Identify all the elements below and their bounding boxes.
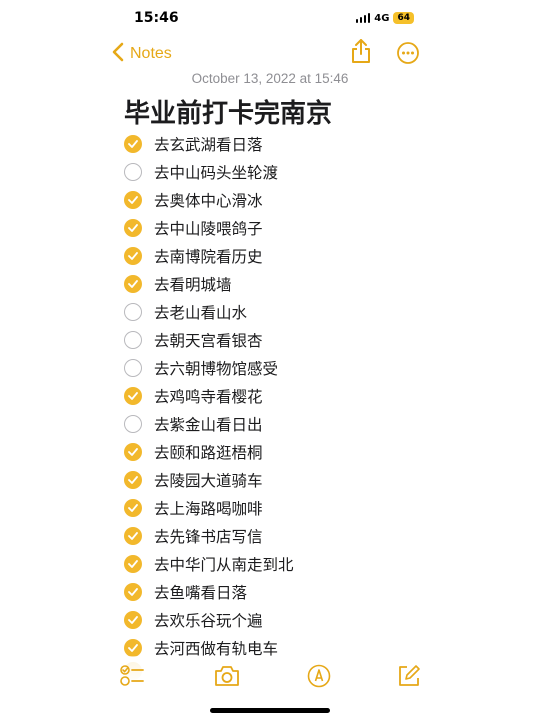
compose-button[interactable] — [397, 664, 421, 692]
home-indicator — [210, 708, 330, 713]
checklist-item[interactable]: 去老山看山水 — [124, 298, 294, 326]
checklist-item-label: 去看明城墙 — [154, 276, 232, 294]
checklist-item-label: 去先锋书店写信 — [154, 528, 263, 546]
checklist-item-label: 去南博院看历史 — [154, 248, 263, 266]
checked-circle-icon[interactable] — [124, 135, 142, 153]
checklist-item-label: 去中华门从南走到北 — [154, 556, 294, 574]
checklist-item-label: 去中山陵喂鸽子 — [154, 220, 263, 238]
checklist-item[interactable]: 去看明城墙 — [124, 270, 294, 298]
checklist-item-label: 去六朝博物馆感受 — [154, 360, 279, 378]
checked-circle-icon[interactable] — [124, 499, 142, 517]
checklist-item-label: 去上海路喝咖啡 — [154, 500, 263, 518]
checklist-item[interactable]: 去中山陵喂鸽子 — [124, 214, 294, 242]
note-date: October 13, 2022 at 15:46 — [191, 71, 349, 86]
network-type: 4G — [374, 12, 390, 24]
share-button[interactable] — [350, 38, 372, 68]
checklist-item-label: 去陵园大道骑车 — [154, 472, 263, 490]
markup-icon — [307, 664, 331, 692]
unchecked-circle-icon[interactable] — [124, 331, 142, 349]
nav-bar: Notes — [0, 38, 540, 68]
more-button[interactable] — [396, 41, 420, 69]
back-label: Notes — [130, 45, 172, 62]
checklist-item-label: 去中山码头坐轮渡 — [154, 164, 279, 182]
checked-circle-icon[interactable] — [124, 275, 142, 293]
checklist-item[interactable]: 去南博院看历史 — [124, 242, 294, 270]
checked-circle-icon[interactable] — [124, 247, 142, 265]
checklist-item-label: 去鸡鸣寺看樱花 — [154, 388, 263, 406]
checklist-item-label: 去欢乐谷玩个遍 — [154, 612, 263, 630]
status-bar: 15:46 4G 64 — [0, 0, 540, 38]
checklist-item[interactable]: 去陵园大道骑车 — [124, 466, 294, 494]
checklist-icon — [119, 665, 145, 692]
checklist-item[interactable]: 去朝天宫看银杏 — [124, 326, 294, 354]
checked-circle-icon[interactable] — [124, 387, 142, 405]
checklist-item[interactable]: 去欢乐谷玩个遍 — [124, 606, 294, 634]
checked-circle-icon[interactable] — [124, 555, 142, 573]
more-icon — [396, 42, 420, 69]
checklist-item[interactable]: 去上海路喝咖啡 — [124, 494, 294, 522]
unchecked-circle-icon[interactable] — [124, 163, 142, 181]
checklist-item[interactable]: 去鸡鸣寺看樱花 — [124, 382, 294, 410]
checklist-item[interactable]: 去颐和路逛梧桐 — [124, 438, 294, 466]
checklist-item-label: 去鱼嘴看日落 — [154, 584, 248, 602]
checked-circle-icon[interactable] — [124, 219, 142, 237]
camera-icon — [213, 666, 241, 692]
compose-icon — [397, 665, 421, 692]
checklist: 去玄武湖看日落 去中山码头坐轮渡 去奥体中心滑冰 去中山陵喂鸽子 去南博院看历史 去看明城… — [124, 130, 294, 662]
camera-button[interactable] — [213, 664, 241, 692]
unchecked-circle-icon[interactable] — [124, 415, 142, 433]
checked-circle-icon[interactable] — [124, 527, 142, 545]
checked-circle-icon[interactable] — [124, 191, 142, 209]
checked-circle-icon[interactable] — [124, 471, 142, 489]
unchecked-circle-icon[interactable] — [124, 359, 142, 377]
checklist-item[interactable]: 去先锋书店写信 — [124, 522, 294, 550]
checked-circle-icon[interactable] — [124, 583, 142, 601]
share-icon — [350, 39, 372, 68]
back-button[interactable]: Notes — [112, 42, 172, 66]
note-title[interactable]: 毕业前打卡完南京 — [124, 93, 332, 130]
markup-button[interactable] — [307, 664, 331, 692]
battery-icon: 64 — [393, 12, 414, 24]
checklist-item[interactable]: 去六朝博物馆感受 — [124, 354, 294, 382]
checklist-item[interactable]: 去玄武湖看日落 — [124, 130, 294, 158]
checklist-button[interactable] — [119, 664, 145, 692]
chevron-left-icon — [112, 42, 124, 66]
checklist-item[interactable]: 去中华门从南走到北 — [124, 550, 294, 578]
status-indicators: 4G 64 — [355, 12, 414, 24]
checked-circle-icon[interactable] — [124, 443, 142, 461]
checked-circle-icon[interactable] — [124, 611, 142, 629]
checklist-item[interactable]: 去鱼嘴看日落 — [124, 578, 294, 606]
status-time: 15:46 — [134, 10, 179, 26]
checked-circle-icon[interactable] — [124, 639, 142, 657]
checklist-item-label: 去老山看山水 — [154, 304, 248, 322]
checklist-item-label: 去紫金山看日出 — [154, 416, 263, 434]
checklist-item-label: 去颐和路逛梧桐 — [154, 444, 263, 462]
checklist-item-label: 去奥体中心滑冰 — [154, 192, 263, 210]
checklist-item-label: 去玄武湖看日落 — [154, 136, 263, 154]
checklist-item[interactable]: 去奥体中心滑冰 — [124, 186, 294, 214]
checklist-item[interactable]: 去紫金山看日出 — [124, 410, 294, 438]
signal-icon — [355, 13, 371, 23]
checklist-item[interactable]: 去中山码头坐轮渡 — [124, 158, 294, 186]
checklist-item-label: 去朝天宫看银杏 — [154, 332, 263, 350]
unchecked-circle-icon[interactable] — [124, 303, 142, 321]
